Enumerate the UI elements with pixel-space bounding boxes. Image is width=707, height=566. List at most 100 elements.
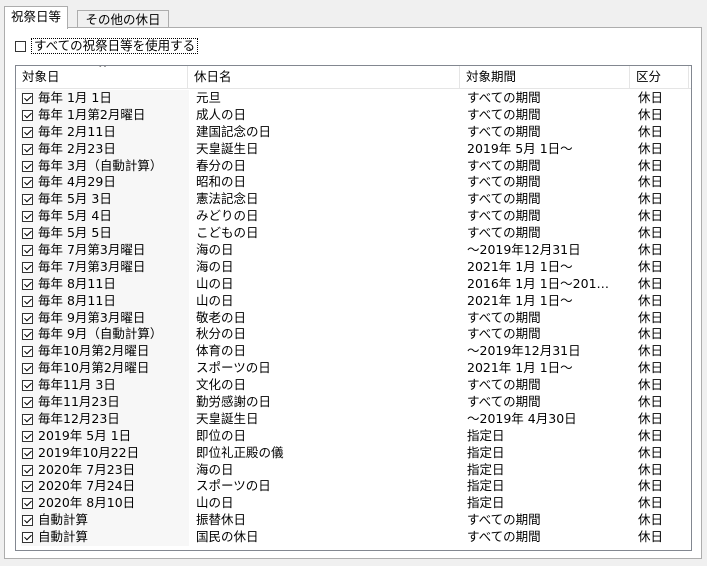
row-holiday-name: 建国記念の日	[196, 123, 272, 139]
table-row[interactable]: 毎年 5月 4日 みどりの日 すべての期間 休日	[16, 208, 691, 226]
row-enabled-checkbox[interactable]	[22, 278, 33, 290]
row-enabled-checkbox[interactable]	[22, 396, 33, 408]
row-date: 毎年 8月11日	[38, 275, 116, 291]
table-row[interactable]: 2020年 8月10日 山の日 指定日 休日	[16, 495, 691, 513]
row-enabled-checkbox[interactable]	[22, 515, 33, 527]
sort-ascending-icon: ^	[98, 66, 108, 75]
table-row[interactable]: 毎年 4月29日 昭和の日 すべての期間 休日	[16, 174, 691, 192]
row-enabled-checkbox[interactable]	[22, 295, 33, 307]
table-row[interactable]: 毎年 7月第3月曜日 海の日 2021年 1月 1日～ 休日	[16, 258, 691, 276]
row-kind: 休日	[638, 292, 664, 308]
row-kind: 休日	[638, 512, 664, 528]
row-holiday-name: 昭和の日	[196, 174, 247, 190]
table-row[interactable]: 毎年10月第2月曜日 体育の日 ～2019年12月31日 休日	[16, 343, 691, 361]
row-date-cell: 毎年 2月11日	[21, 123, 189, 141]
table-row[interactable]: 自動計算 振替休日 すべての期間 休日	[16, 512, 691, 530]
row-enabled-checkbox[interactable]	[22, 109, 33, 121]
row-enabled-checkbox[interactable]	[22, 143, 33, 155]
row-enabled-checkbox[interactable]	[22, 346, 33, 358]
row-holiday-name: 海の日	[196, 258, 234, 274]
row-enabled-checkbox[interactable]	[22, 464, 33, 476]
row-holiday-name: 春分の日	[196, 157, 247, 173]
table-row[interactable]: 毎年 2月11日 建国記念の日 すべての期間 休日	[16, 123, 691, 141]
table-row[interactable]: 毎年 8月11日 山の日 2021年 1月 1日～ 休日	[16, 292, 691, 310]
row-date: 2020年 8月10日	[38, 495, 136, 511]
use-all-checkbox-box[interactable]	[15, 40, 26, 52]
column-header-kind[interactable]: 区分	[630, 66, 689, 88]
row-date: 毎年 7月第3月曜日	[38, 258, 146, 274]
column-header-date-label: 対象日	[22, 69, 60, 84]
row-enabled-checkbox[interactable]	[22, 177, 33, 189]
row-enabled-checkbox[interactable]	[22, 228, 33, 240]
row-period: 指定日	[467, 478, 505, 494]
row-kind: 休日	[638, 444, 664, 460]
tab-holidays[interactable]: 祝祭日等	[4, 6, 68, 29]
table-row[interactable]: 毎年 7月第3月曜日 海の日 ～2019年12月31日 休日	[16, 242, 691, 259]
holiday-list[interactable]: 対象日 ^ 休日名 対象期間 区分 毎年 1月 1日 元旦 すべての期間 休日 毎年 1…	[15, 65, 692, 551]
use-all-label[interactable]: すべての祝祭日等を使用する	[31, 38, 199, 54]
table-row[interactable]: 毎年 2月23日 天皇誕生日 2019年 5月 1日～ 休日	[16, 140, 691, 158]
row-enabled-checkbox[interactable]	[22, 430, 33, 442]
row-enabled-checkbox[interactable]	[22, 363, 33, 375]
table-row[interactable]: 毎年11月 3日 文化の日 すべての期間 休日	[16, 377, 691, 395]
table-row[interactable]: 毎年 1月 1日 元旦 すべての期間 休日	[16, 90, 691, 107]
table-row[interactable]: 毎年 5月 3日 憲法記念日 すべての期間 休日	[16, 191, 691, 209]
row-enabled-checkbox[interactable]	[22, 413, 33, 425]
column-header-date[interactable]: 対象日 ^	[16, 66, 188, 88]
table-row[interactable]: 毎年 9月第3月曜日 敬老の日 すべての期間 休日	[16, 309, 691, 327]
row-kind: 休日	[638, 174, 664, 190]
row-kind: 休日	[638, 478, 664, 494]
row-enabled-checkbox[interactable]	[22, 329, 33, 341]
table-row[interactable]: 毎年 3月（自動計算） 春分の日 すべての期間 休日	[16, 157, 691, 175]
row-date: 毎年 1月第2月曜日	[38, 106, 146, 122]
row-enabled-checkbox[interactable]	[22, 244, 33, 256]
row-enabled-checkbox[interactable]	[22, 481, 33, 493]
row-enabled-checkbox[interactable]	[22, 194, 33, 206]
row-enabled-checkbox[interactable]	[22, 211, 33, 223]
row-date: 毎年 3月（自動計算）	[38, 157, 163, 173]
row-enabled-checkbox[interactable]	[22, 380, 33, 392]
tab-other-holidays[interactable]: その他の休日	[77, 10, 169, 28]
table-row[interactable]: 2020年 7月23日 海の日 指定日 休日	[16, 461, 691, 479]
row-kind: 休日	[638, 394, 664, 410]
table-row[interactable]: 毎年 1月第2月曜日 成人の日 すべての期間 休日	[16, 106, 691, 124]
row-enabled-checkbox[interactable]	[22, 261, 33, 273]
row-kind: 休日	[638, 461, 664, 477]
column-header-name[interactable]: 休日名	[188, 66, 460, 88]
row-period: ～2019年12月31日	[467, 343, 581, 359]
row-enabled-checkbox[interactable]	[22, 126, 33, 138]
row-enabled-checkbox[interactable]	[22, 312, 33, 324]
row-enabled-checkbox[interactable]	[22, 160, 33, 172]
row-enabled-checkbox[interactable]	[22, 532, 33, 544]
row-period: すべての期間	[467, 225, 541, 241]
table-row[interactable]: 毎年 9月（自動計算） 秋分の日 すべての期間 休日	[16, 326, 691, 344]
row-period: すべての期間	[467, 529, 541, 545]
row-date: 毎年 2月23日	[38, 140, 116, 156]
row-holiday-name: 敬老の日	[196, 309, 247, 325]
table-row[interactable]: 2019年 5月 1日 即位の日 指定日 休日	[16, 427, 691, 445]
row-date-cell: 毎年11月 3日	[21, 377, 189, 395]
table-row[interactable]: 自動計算 国民の休日 すべての期間 休日	[16, 529, 691, 547]
row-kind: 休日	[638, 410, 664, 426]
table-row[interactable]: 毎年10月第2月曜日 スポーツの日 2021年 1月 1日～ 休日	[16, 360, 691, 378]
row-enabled-checkbox[interactable]	[22, 92, 33, 104]
list-body: 毎年 1月 1日 元旦 すべての期間 休日 毎年 1月第2月曜日 成人の日 すべての期間 休日…	[16, 90, 691, 547]
table-row[interactable]: 2020年 7月24日 スポーツの日 指定日 休日	[16, 478, 691, 496]
table-row[interactable]: 毎年 8月11日 山の日 2016年 1月 1日～201… 休日	[16, 275, 691, 293]
row-holiday-name: 山の日	[196, 495, 234, 511]
table-row[interactable]: 2019年10月22日 即位礼正殿の儀 指定日 休日	[16, 444, 691, 462]
row-holiday-name: 即位の日	[196, 427, 247, 443]
row-date-cell: 毎年 2月23日	[21, 140, 189, 158]
row-date-cell: 毎年 9月（自動計算）	[21, 326, 189, 344]
use-all-holidays-checkbox[interactable]: すべての祝祭日等を使用する	[15, 38, 199, 54]
row-date: 毎年 8月11日	[38, 292, 116, 308]
row-enabled-checkbox[interactable]	[22, 447, 33, 459]
column-header-period[interactable]: 対象期間	[460, 66, 630, 88]
row-kind: 休日	[638, 90, 664, 105]
row-period: 2021年 1月 1日～	[467, 292, 573, 308]
row-date: 毎年 1月 1日	[38, 90, 112, 105]
table-row[interactable]: 毎年 5月 5日 こどもの日 すべての期間 休日	[16, 225, 691, 243]
table-row[interactable]: 毎年12月23日 天皇誕生日 ～2019年 4月30日 休日	[16, 410, 691, 428]
table-row[interactable]: 毎年11月23日 勤労感謝の日 すべての期間 休日	[16, 394, 691, 411]
row-enabled-checkbox[interactable]	[22, 498, 33, 510]
